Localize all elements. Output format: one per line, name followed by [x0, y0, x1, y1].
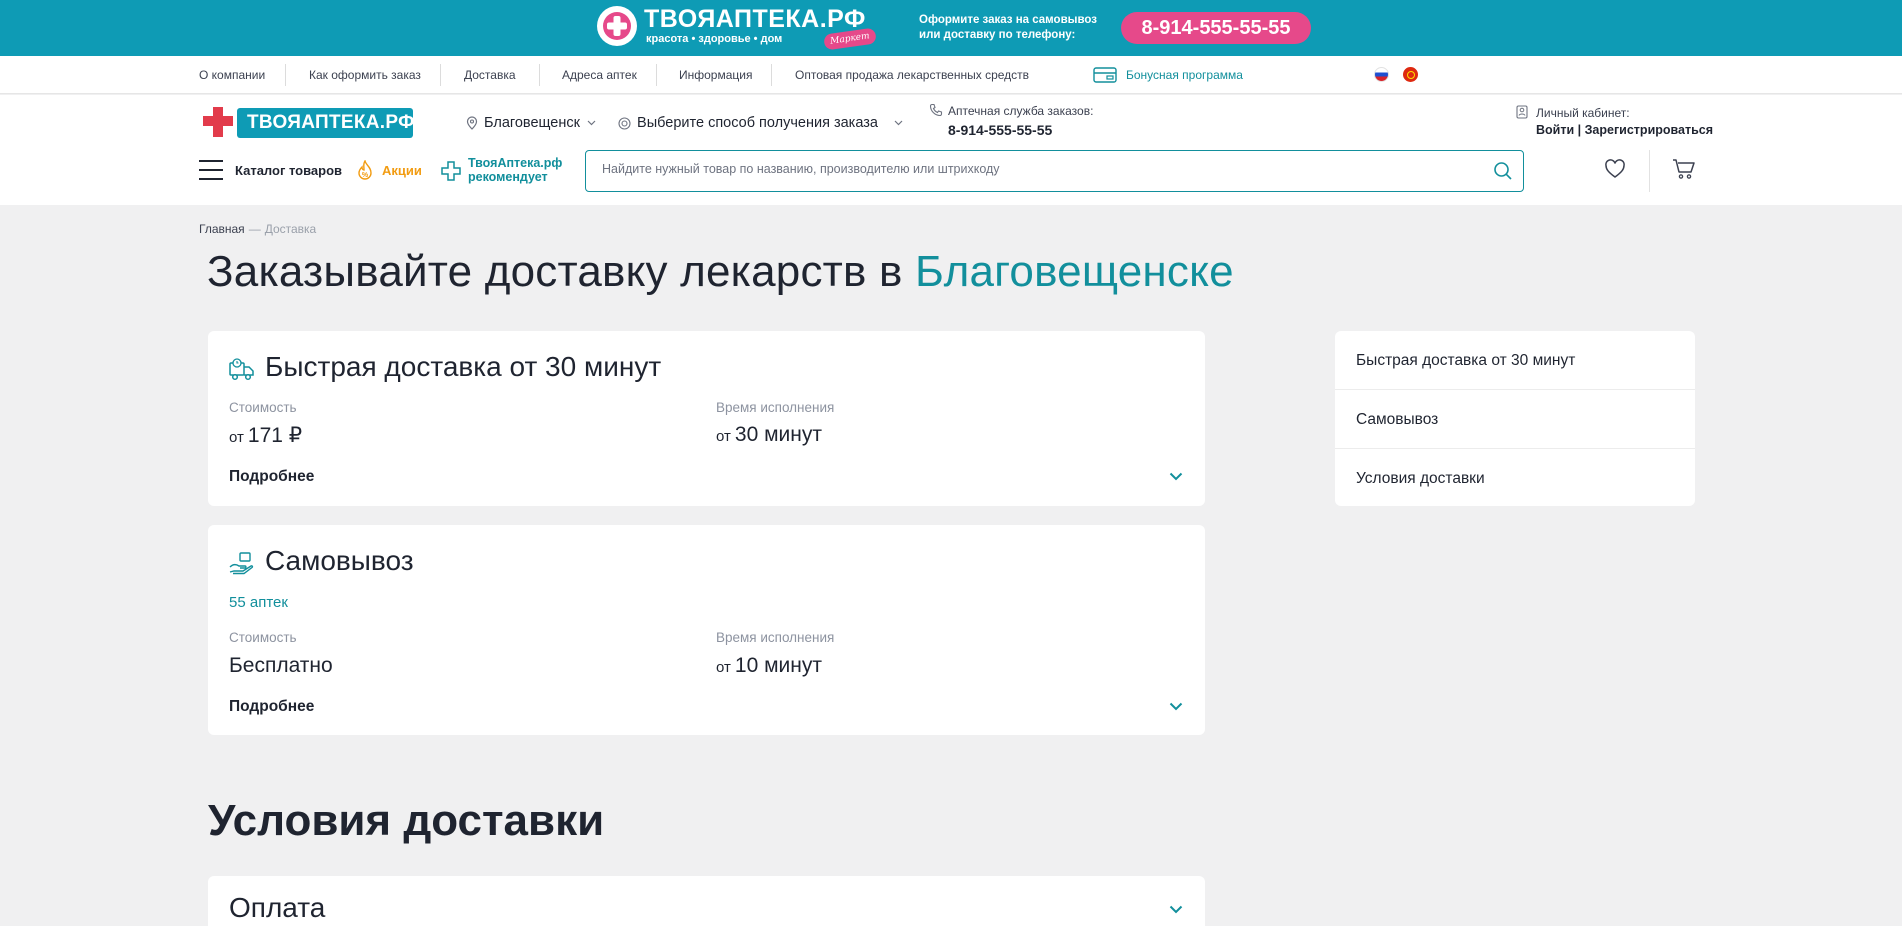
topnav-divider: [656, 64, 657, 86]
time-value: от 30 минут: [716, 423, 822, 447]
recommends-line1: ТвояАптека.рф: [468, 156, 563, 170]
topnav-how-to-order[interactable]: Как оформить заказ: [309, 68, 421, 82]
site-logo[interactable]: ТВОЯАПТЕКА.РФ: [199, 105, 414, 139]
side-nav-pickup[interactable]: Самовывоз: [1335, 390, 1695, 449]
pickup-card: Самовывоз 55 аптек Стоимость Бесплатно В…: [208, 525, 1205, 735]
location-pin-icon: [466, 116, 478, 130]
bonus-card-icon: [1093, 66, 1117, 89]
sale-flame-icon: %: [358, 160, 372, 180]
topnav-divider: [440, 64, 441, 86]
recommends-cross-icon: [441, 161, 461, 181]
chevron-down-icon: [587, 120, 596, 126]
promo-brand: ТВОЯАПТЕКА.РФ: [644, 5, 866, 33]
side-nav-fast-delivery[interactable]: Быстрая доставка от 30 минут: [1335, 331, 1695, 390]
recommends-line2: рекомендует: [468, 170, 548, 184]
city-selector[interactable]: Благовещенск: [484, 115, 596, 131]
conditions-heading: Условия доставки: [208, 796, 605, 845]
time-prefix: от: [716, 659, 731, 676]
page-title-city: Благовещенске: [915, 247, 1234, 296]
pickup-hand-icon: [229, 552, 254, 575]
cost-amount: 171 ₽: [247, 424, 303, 447]
time-amount: 10 минут: [734, 654, 822, 677]
time-label: Время исполнения: [716, 400, 835, 415]
breadcrumb: Главная — Доставка: [199, 222, 316, 236]
promo-cta-line2: или доставку по телефону:: [919, 29, 1076, 41]
cost-value: от 171 ₽: [229, 423, 302, 448]
payment-card[interactable]: Оплата: [208, 876, 1205, 926]
fast-delivery-card: Быстрая доставка от 30 минут Стоимость о…: [208, 331, 1205, 506]
delivery-truck-icon: [229, 358, 254, 381]
chinese-flag-icon[interactable]: [1403, 67, 1418, 82]
more-toggle[interactable]: Подробнее: [229, 468, 314, 486]
breadcrumb-separator: —: [248, 222, 261, 236]
catalog-button[interactable]: Каталог товаров: [235, 163, 342, 178]
site-header: ТВОЯАПТЕКА.РФ Благовещенск Выберите спос…: [0, 95, 1902, 205]
side-nav: Быстрая доставка от 30 минут Самовывоз У…: [1335, 331, 1695, 506]
account-icon: [1516, 105, 1528, 119]
promo-tagline: красота • здоровье • дом: [646, 33, 783, 45]
login-register-link[interactable]: Войти | Зарегистрироваться: [1536, 123, 1713, 137]
menu-icon[interactable]: [199, 160, 223, 180]
phone-number-link[interactable]: 8-914-555-55-55: [948, 122, 1052, 138]
city-label: Благовещенск: [484, 115, 580, 131]
pharmacy-count-link[interactable]: 55 аптек: [229, 594, 288, 611]
topnav-divider: [285, 64, 286, 86]
promo-banner[interactable]: ТВОЯАПТЕКА.РФ красота • здоровье • дом М…: [0, 0, 1902, 56]
delivery-method-label: Выберите способ получения заказа: [637, 115, 878, 131]
payment-title: Оплата: [229, 892, 326, 923]
cost-label: Стоимость: [229, 630, 297, 645]
account-label: Личный кабинет:: [1536, 106, 1630, 120]
card-title: Самовывоз: [265, 545, 414, 576]
header-divider: [1649, 150, 1650, 192]
cost-label: Стоимость: [229, 400, 297, 415]
topnav-divider: [771, 64, 772, 86]
top-nav: О компании Как оформить заказ Доставка А…: [0, 56, 1902, 94]
svg-text:%: %: [362, 172, 369, 179]
delivery-method-icon: [618, 117, 631, 130]
cost-prefix: от: [229, 429, 244, 446]
topnav-about[interactable]: О компании: [199, 68, 265, 82]
time-label: Время исполнения: [716, 630, 835, 645]
search-box[interactable]: [585, 150, 1524, 192]
chevron-down-icon[interactable]: [1169, 472, 1183, 481]
time-value: от 10 минут: [716, 654, 822, 678]
page-title: Заказывайте доставку лекарств в Благовещ…: [207, 247, 1234, 297]
topnav-info[interactable]: Информация: [679, 68, 752, 82]
topnav-addresses[interactable]: Адреса аптек: [562, 68, 637, 82]
breadcrumb-current: Доставка: [264, 222, 317, 236]
chevron-down-icon[interactable]: [1169, 702, 1183, 711]
cart-icon[interactable]: [1672, 158, 1696, 180]
logo-cross-icon: [203, 107, 233, 137]
promos-link[interactable]: Акции: [382, 163, 422, 178]
side-nav-conditions[interactable]: Условия доставки: [1335, 449, 1695, 508]
search-input[interactable]: [602, 162, 1482, 176]
promo-phone-button[interactable]: 8-914-555-55-55: [1121, 12, 1311, 44]
time-amount: 30 минут: [734, 423, 822, 446]
cost-amount: Бесплатно: [229, 654, 333, 677]
recommends-link[interactable]: ТвояАптека.рф рекомендует: [468, 156, 562, 184]
topnav-delivery[interactable]: Доставка: [464, 68, 516, 82]
card-title: Быстрая доставка от 30 минут: [265, 351, 662, 382]
promo-cta: Оформите заказ на самовывоз или доставку…: [919, 13, 1119, 43]
page-title-prefix: Заказывайте доставку лекарств в: [207, 247, 903, 296]
promo-logo-icon: [597, 6, 637, 46]
topnav-divider: [539, 64, 540, 86]
search-icon[interactable]: [1493, 161, 1513, 181]
topnav-wholesale[interactable]: Оптовая продажа лекарственных средств: [795, 68, 1029, 82]
delivery-method-select[interactable]: Выберите способ получения заказа: [618, 115, 903, 131]
chevron-down-icon: [894, 120, 903, 126]
phone-icon: [929, 103, 943, 117]
breadcrumb-home[interactable]: Главная: [199, 222, 245, 236]
bonus-program-link[interactable]: Бонусная программа: [1126, 68, 1243, 82]
promo-cta-line1: Оформите заказ на самовывоз: [919, 14, 1097, 26]
time-prefix: от: [716, 428, 731, 445]
more-toggle[interactable]: Подробнее: [229, 698, 314, 716]
heart-icon[interactable]: [1604, 159, 1626, 179]
phone-label: Аптечная служба заказов:: [948, 104, 1094, 118]
chevron-down-icon[interactable]: [1169, 905, 1183, 914]
russian-flag-icon[interactable]: [1374, 67, 1389, 82]
logo-text: ТВОЯАПТЕКА.РФ: [237, 108, 414, 138]
